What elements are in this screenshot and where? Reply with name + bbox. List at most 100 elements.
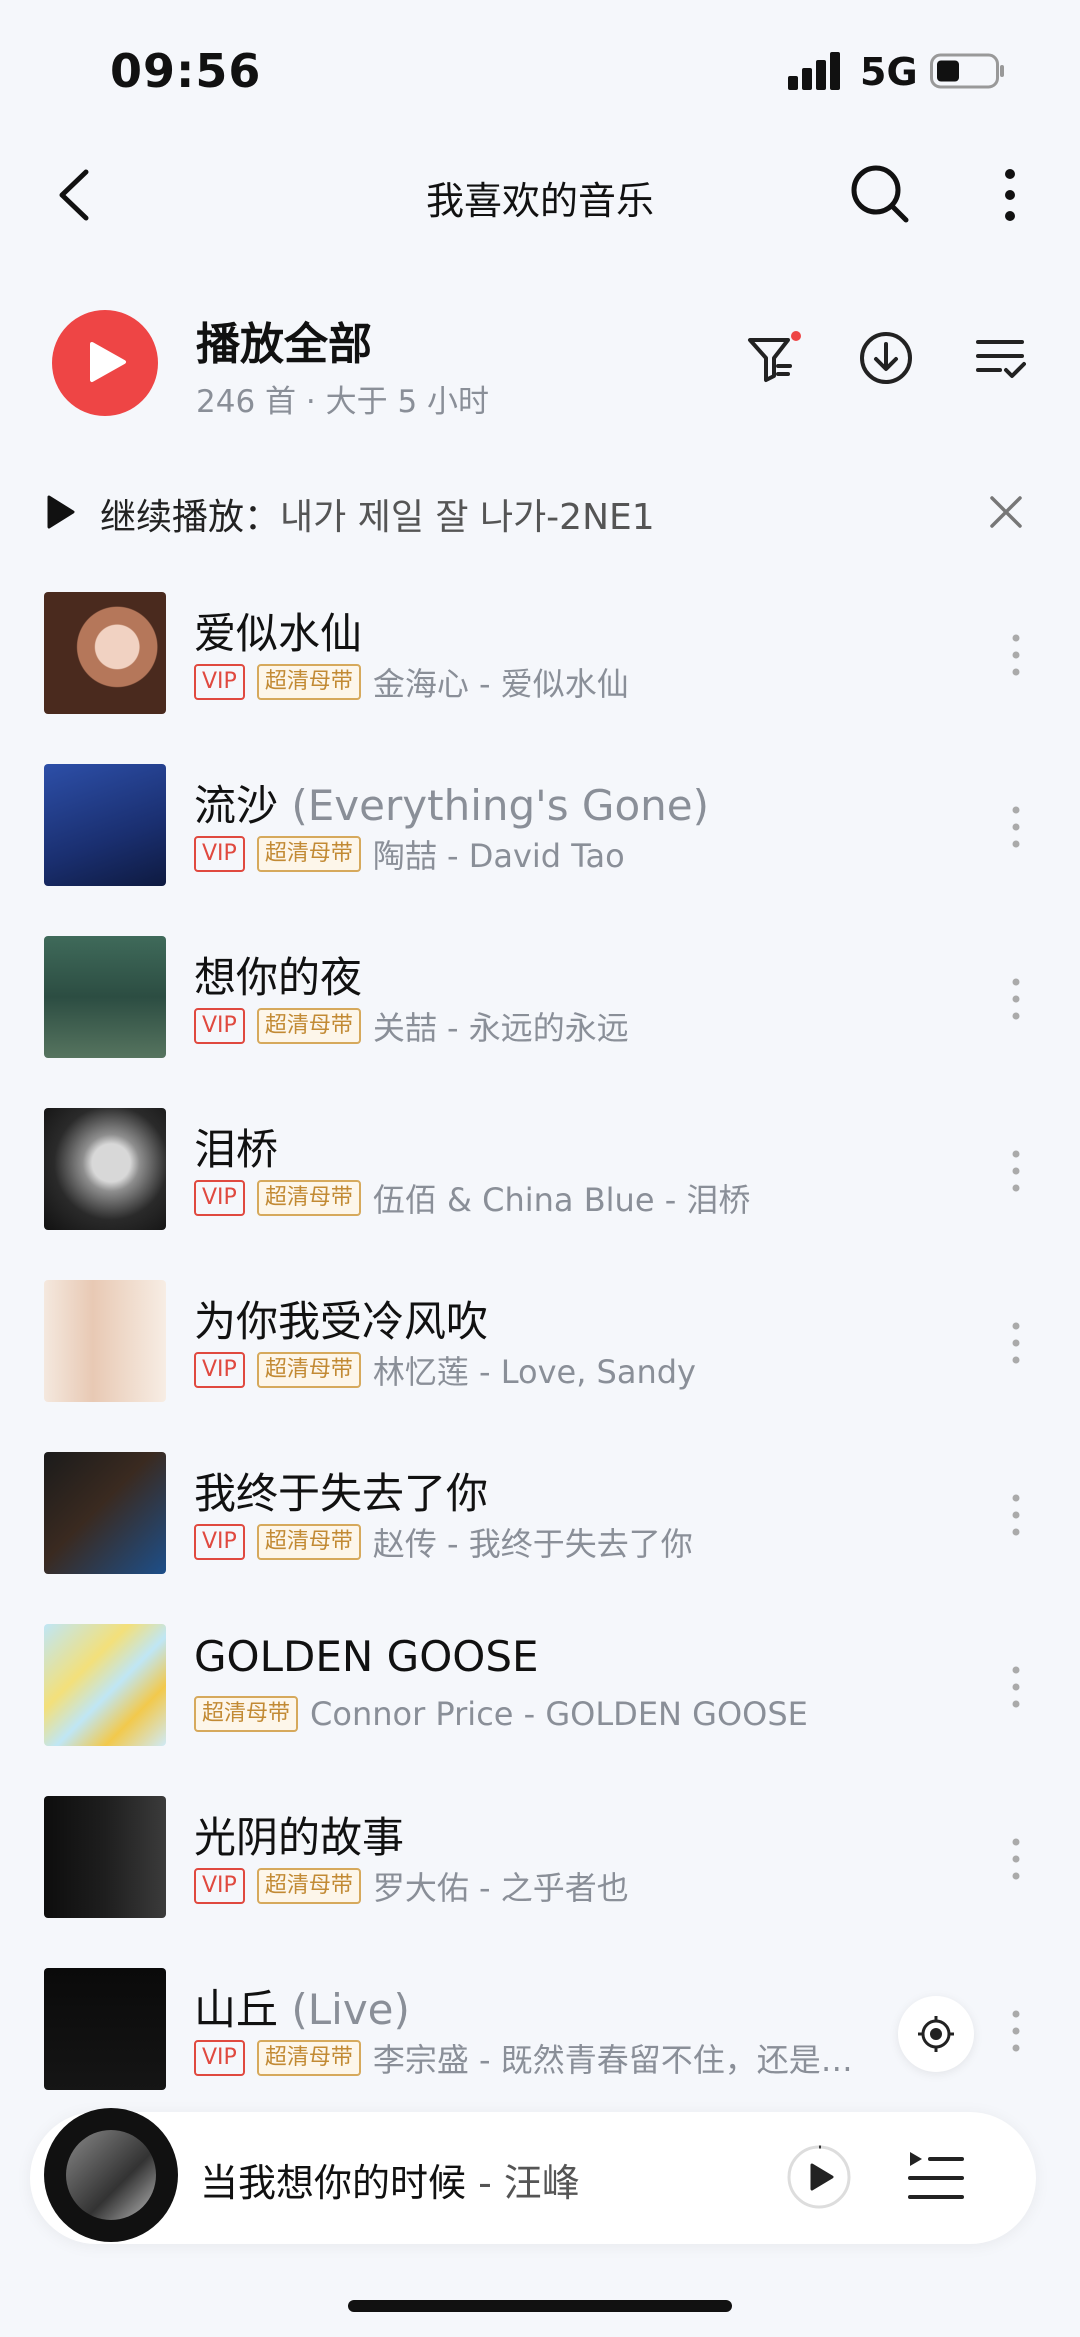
vip-badge: VIP	[194, 1868, 245, 1904]
playlist-meta: 246 首 · 大于 5 小时	[196, 384, 490, 420]
song-artist-album: 林忆莲 - Love, Sandy	[372, 1353, 696, 1391]
play-icon	[90, 342, 126, 382]
signal-icon	[788, 52, 840, 90]
vip-badge: VIP	[194, 836, 245, 872]
album-cover	[44, 592, 166, 714]
quality-badge: 超清母带	[256, 1180, 361, 1216]
song-title: 我终于失去了你	[194, 1469, 489, 1518]
song-meta: 超清母带 Connor Price - GOLDEN GOOSE	[194, 1694, 808, 1734]
song-row[interactable]: 光阴的故事 VIP 超清母带 罗大佑 - 之乎者也	[0, 1784, 1080, 1956]
album-cover	[44, 1108, 166, 1230]
song-row[interactable]: 想你的夜 VIP 超清母带 关喆 - 永远的永远	[0, 924, 1080, 1096]
quality-badge: 超清母带	[256, 836, 361, 872]
song-meta: VIP 超清母带 罗大佑 - 之乎者也	[194, 1866, 629, 1907]
now-playing-cover	[66, 2130, 156, 2220]
song-title: 为你我受冷风吹	[194, 1297, 489, 1346]
quality-badge: 超清母带	[256, 1524, 361, 1560]
song-more-icon[interactable]	[1004, 2006, 1028, 2056]
filter-icon[interactable]	[744, 328, 806, 390]
vip-badge: VIP	[194, 1352, 245, 1388]
album-cover	[44, 1796, 166, 1918]
home-indicator[interactable]	[348, 2300, 732, 2312]
song-more-icon[interactable]	[1004, 1834, 1028, 1884]
playlist-queue-icon[interactable]	[906, 2148, 966, 2206]
song-more-icon[interactable]	[1004, 630, 1028, 680]
play-all-label[interactable]: 播放全部	[196, 308, 372, 372]
song-meta: VIP 超清母带 李宗盛 - 既然青春留不住，还是…	[194, 2038, 853, 2079]
play-pause-button[interactable]	[786, 2144, 852, 2210]
network-type: 5G	[860, 50, 918, 94]
quality-badge: 超清母带	[256, 2040, 361, 2076]
song-artist-album: 罗大佑 - 之乎者也	[372, 1869, 629, 1907]
song-meta: VIP 超清母带 伍佰 & China Blue - 泪桥	[194, 1178, 751, 1219]
batch-manage-icon[interactable]	[976, 336, 1026, 382]
song-more-icon[interactable]	[1004, 1662, 1028, 1712]
song-artist-album: 金海心 - 爱似水仙	[372, 665, 629, 703]
song-more-icon[interactable]	[1004, 802, 1028, 852]
now-playing-title: 当我想你的时候 - 汪峰	[200, 2161, 580, 2205]
locate-current-song-button[interactable]	[898, 1996, 974, 2072]
download-icon[interactable]	[858, 330, 914, 386]
song-title: 爱似水仙	[194, 609, 363, 658]
album-cover	[44, 1968, 166, 2090]
song-title: 想你的夜	[194, 953, 363, 1002]
battery-icon	[930, 53, 1004, 89]
song-artist-album: 赵传 - 我终于失去了你	[372, 1525, 693, 1563]
quality-badge: 超清母带	[194, 1696, 299, 1732]
song-row[interactable]: 泪桥 VIP 超清母带 伍佰 & China Blue - 泪桥	[0, 1096, 1080, 1268]
vip-badge: VIP	[194, 2040, 245, 2076]
song-row[interactable]: GOLDEN GOOSE 超清母带 Connor Price - GOLDEN …	[0, 1612, 1080, 1784]
quality-badge: 超清母带	[256, 1008, 361, 1044]
song-title: 山丘 (Live)	[194, 1985, 410, 2034]
song-row[interactable]: 爱似水仙 VIP 超清母带 金海心 - 爱似水仙	[0, 580, 1080, 752]
song-more-icon[interactable]	[1004, 1490, 1028, 1540]
locate-icon	[918, 2016, 954, 2052]
song-title: 流沙 (Everything's Gone)	[194, 781, 710, 830]
quality-badge: 超清母带	[256, 1352, 361, 1388]
song-artist-album: 陶喆 - David Tao	[372, 837, 625, 875]
mini-player[interactable]: 当我想你的时候 - 汪峰	[30, 2108, 1036, 2244]
song-more-icon[interactable]	[1004, 974, 1028, 1024]
song-artist-album: 李宗盛 - 既然青春留不住，还是…	[372, 2041, 853, 2079]
song-title: 泪桥	[194, 1125, 279, 1174]
song-row[interactable]: 我终于失去了你 VIP 超清母带 赵传 - 我终于失去了你	[0, 1440, 1080, 1612]
song-row[interactable]: 为你我受冷风吹 VIP 超清母带 林忆莲 - Love, Sandy	[0, 1268, 1080, 1440]
song-artist-album: 伍佰 & China Blue - 泪桥	[372, 1181, 751, 1219]
page-title: 我喜欢的音乐	[425, 179, 654, 223]
vip-badge: VIP	[194, 1180, 245, 1216]
continue-playing-text: 继续播放：내가 제일 잘 나가-2NE1	[100, 488, 655, 540]
song-more-icon[interactable]	[1004, 1318, 1028, 1368]
song-title: 光阴的故事	[194, 1813, 405, 1862]
nav-bar: 我喜欢的音乐	[0, 140, 1080, 250]
album-cover	[44, 1280, 166, 1402]
album-cover	[44, 1452, 166, 1574]
album-cover	[44, 764, 166, 886]
song-artist-album: Connor Price - GOLDEN GOOSE	[310, 1695, 808, 1733]
status-time: 09:56	[110, 44, 262, 98]
song-meta: VIP 超清母带 金海心 - 爱似水仙	[194, 662, 629, 703]
song-title: GOLDEN GOOSE	[194, 1632, 539, 1681]
continue-song: 내가 제일 잘 나가-2NE1	[280, 497, 655, 538]
vip-badge: VIP	[194, 664, 245, 700]
more-options-icon[interactable]	[990, 162, 1030, 228]
close-icon[interactable]	[988, 494, 1024, 530]
song-artist-album: 关喆 - 永远的永远	[372, 1009, 629, 1047]
quality-badge: 超清母带	[256, 664, 361, 700]
song-more-icon[interactable]	[1004, 1146, 1028, 1196]
now-playing-disc[interactable]	[44, 2108, 178, 2242]
album-cover	[44, 1624, 166, 1746]
play-all-button[interactable]	[52, 310, 158, 416]
song-meta: VIP 超清母带 林忆莲 - Love, Sandy	[194, 1350, 696, 1391]
song-meta: VIP 超清母带 关喆 - 永远的永远	[194, 1006, 629, 1047]
vip-badge: VIP	[194, 1524, 245, 1560]
status-bar: 09:56 5G	[0, 0, 1080, 140]
song-row[interactable]: 流沙 (Everything's Gone) VIP 超清母带 陶喆 - Dav…	[0, 752, 1080, 924]
song-meta: VIP 超清母带 赵传 - 我终于失去了你	[194, 1522, 693, 1563]
search-icon[interactable]	[846, 160, 912, 226]
album-cover	[44, 936, 166, 1058]
play-all-header: 播放全部 246 首 · 大于 5 小时	[0, 300, 1080, 430]
vip-badge: VIP	[194, 1008, 245, 1044]
continue-label: 继续播放：	[100, 497, 281, 538]
quality-badge: 超清母带	[256, 1868, 361, 1904]
continue-playing-bar[interactable]: 继续播放：내가 제일 잘 나가-2NE1	[0, 478, 1080, 548]
